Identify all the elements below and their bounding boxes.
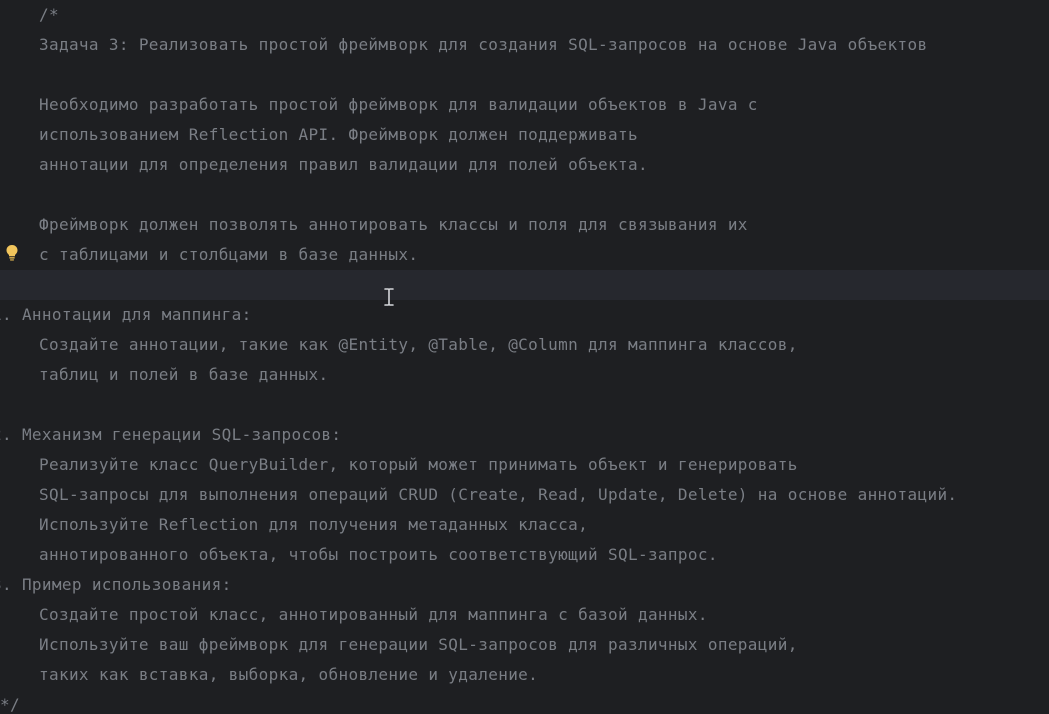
code-line-2[interactable]: Задача 3: Реализовать простой фреймворк … xyxy=(0,30,1049,60)
description-line: Реализуйте класс QueryBuilder, который м… xyxy=(39,455,798,474)
code-line-13[interactable]: таблиц и полей в базе данных. xyxy=(0,360,1049,390)
code-editor[interactable]: /* Задача 3: Реализовать простой фреймво… xyxy=(0,0,1049,714)
code-line-14[interactable] xyxy=(0,390,1049,420)
description-line: Создайте аннотации, такие как @Entity, @… xyxy=(39,335,798,354)
description-line: таблиц и полей в базе данных. xyxy=(39,365,329,384)
section-heading: 1. Аннотации для маппинга: xyxy=(0,305,252,324)
code-line-12[interactable]: Создайте аннотации, такие как @Entity, @… xyxy=(0,330,1049,360)
text-cursor-icon xyxy=(384,288,394,306)
description-line: аннотированного объекта, чтобы построить… xyxy=(39,545,718,564)
description-line: Создайте простой класс, аннотированный д… xyxy=(39,605,708,624)
code-line-19[interactable]: аннотированного объекта, чтобы построить… xyxy=(0,540,1049,570)
code-line-3[interactable] xyxy=(0,60,1049,90)
description-line: Фреймворк должен позволять аннотировать … xyxy=(39,215,748,234)
section-heading: 2. Механизм генерации SQL-запросов: xyxy=(0,425,342,444)
code-line-17[interactable]: SQL-запросы для выполнения операций CRUD… xyxy=(0,480,1049,510)
code-line-1[interactable]: /* xyxy=(0,0,1049,30)
code-line-20[interactable]: 3. Пример использования: xyxy=(0,570,1049,600)
description-line: Используйте ваш фреймворк для генерации … xyxy=(39,635,798,654)
code-line-4[interactable]: Необходимо разработать простой фреймворк… xyxy=(0,90,1049,120)
code-line-15[interactable]: 2. Механизм генерации SQL-запросов: xyxy=(0,420,1049,450)
code-line-8[interactable]: Фреймворк должен позволять аннотировать … xyxy=(0,210,1049,240)
code-line-11[interactable]: 1. Аннотации для маппинга: xyxy=(0,300,1049,330)
code-line-18[interactable]: Используйте Reflection для получения мет… xyxy=(0,510,1049,540)
comment-close: */ xyxy=(0,695,20,714)
code-line-6[interactable]: аннотации для определения правил валидац… xyxy=(0,150,1049,180)
code-line-24[interactable]: */ xyxy=(0,690,1049,714)
code-line-10-current[interactable] xyxy=(0,270,1049,300)
description-line: с таблицами и столбцами в базе данных. xyxy=(39,245,419,264)
description-line: использованием Reflection API. Фреймворк… xyxy=(39,125,638,144)
description-line: Необходимо разработать простой фреймворк… xyxy=(39,95,758,114)
code-line-9[interactable]: с таблицами и столбцами в базе данных. xyxy=(0,240,1049,270)
lightbulb-icon[interactable] xyxy=(5,244,19,262)
code-line-5[interactable]: использованием Reflection API. Фреймворк… xyxy=(0,120,1049,150)
code-line-22[interactable]: Используйте ваш фреймворк для генерации … xyxy=(0,630,1049,660)
description-line: таких как вставка, выборка, обновление и… xyxy=(39,665,539,684)
code-line-16[interactable]: Реализуйте класс QueryBuilder, который м… xyxy=(0,450,1049,480)
task-title: Задача 3: Реализовать простой фреймворк … xyxy=(39,35,928,54)
description-line: аннотации для определения правил валидац… xyxy=(39,155,648,174)
comment-open: /* xyxy=(39,5,59,24)
description-line: SQL-запросы для выполнения операций CRUD… xyxy=(39,485,958,504)
code-line-7[interactable] xyxy=(0,180,1049,210)
description-line: Используйте Reflection для получения мет… xyxy=(39,515,589,534)
code-line-21[interactable]: Создайте простой класс, аннотированный д… xyxy=(0,600,1049,630)
code-line-23[interactable]: таких как вставка, выборка, обновление и… xyxy=(0,660,1049,690)
section-heading: 3. Пример использования: xyxy=(0,575,232,594)
